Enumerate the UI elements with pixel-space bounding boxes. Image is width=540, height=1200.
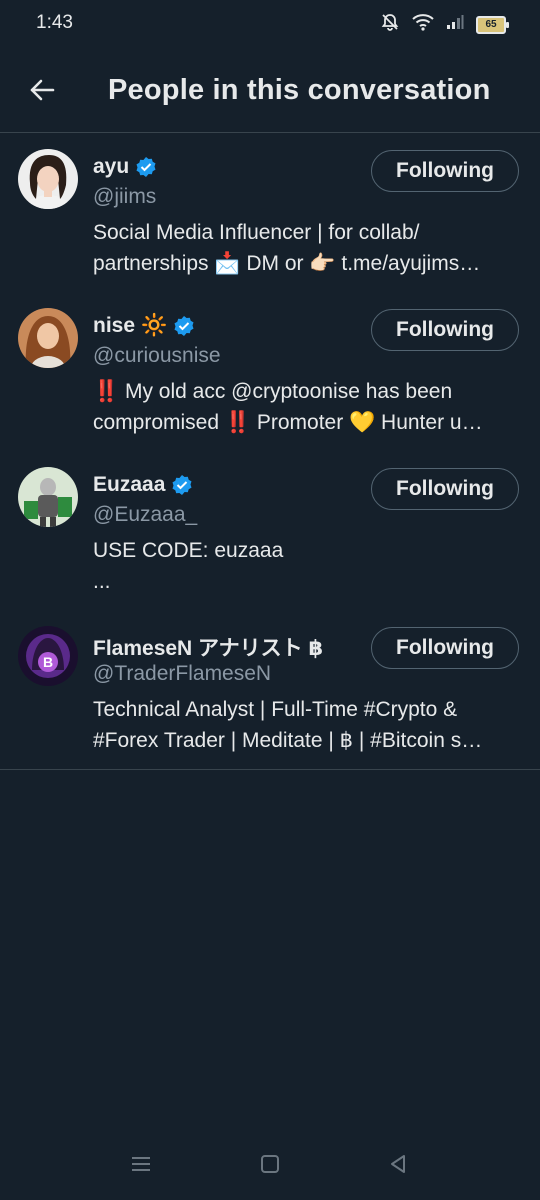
user-bio: Technical Analyst | Full-Time #Crypto & … xyxy=(93,694,523,756)
user-name-line: ayu xyxy=(93,155,157,179)
user-row[interactable]: B FlameseN アナリスト ฿ @TraderFlameseN Techn… xyxy=(0,610,540,770)
status-icons: 65 xyxy=(380,12,509,37)
header: People in this conversation xyxy=(0,48,540,133)
avatar[interactable] xyxy=(18,467,78,527)
user-row[interactable]: ayu @jiims Social Media Influencer | for… xyxy=(0,133,540,292)
verified-badge-icon xyxy=(135,156,157,178)
following-button[interactable]: Following xyxy=(371,309,519,351)
user-name: Euzaaa xyxy=(93,473,166,496)
recent-apps-button[interactable] xyxy=(119,1144,163,1188)
home-icon xyxy=(260,1154,280,1179)
user-name-line: nise 🔆 xyxy=(93,314,195,338)
user-handle: @jiims xyxy=(93,185,157,208)
user-name: nise xyxy=(93,314,136,337)
arrow-left-icon xyxy=(28,76,56,109)
verified-badge-icon xyxy=(173,315,195,337)
bio-line: Social Media Influencer | for collab/ xyxy=(93,221,420,244)
avatar[interactable] xyxy=(18,149,78,209)
following-button[interactable]: Following xyxy=(371,468,519,510)
mute-icon xyxy=(380,12,400,37)
user-list: ayu @jiims Social Media Influencer | for… xyxy=(0,133,540,770)
avatar[interactable]: B xyxy=(18,626,78,686)
bio-line: #Forex Trader | Meditate | ฿ | #Bitcoin … xyxy=(93,729,483,752)
back-icon xyxy=(388,1154,408,1179)
verified-badge-icon xyxy=(171,474,193,496)
user-bio: ‼️ My old acc @cryptoonise has been comp… xyxy=(93,376,523,438)
page-title: People in this conversation xyxy=(108,74,491,106)
bio-line: USE CODE: euzaaa xyxy=(93,539,284,562)
user-name-suffix: 🔆 xyxy=(141,314,168,337)
status-bar: 1:43 65 xyxy=(0,0,540,48)
status-time: 1:43 xyxy=(36,12,73,33)
user-handle: @TraderFlameseN xyxy=(93,662,272,685)
battery-icon: 65 xyxy=(476,15,509,34)
user-row[interactable]: nise 🔆 @curiousnise ‼️ My old acc @crypt… xyxy=(0,292,540,451)
svg-text:B: B xyxy=(43,654,53,670)
user-bio: USE CODE: euzaaa ... xyxy=(93,535,523,597)
system-nav-bar xyxy=(0,1130,540,1200)
wifi-icon xyxy=(412,13,434,36)
avatar[interactable] xyxy=(18,308,78,368)
user-handle: @Euzaaa_ xyxy=(93,503,198,526)
recent-apps-icon xyxy=(130,1154,152,1179)
signal-icon xyxy=(446,14,464,35)
bio-line: ‼️ My old acc @cryptoonise has been xyxy=(93,380,453,403)
bio-line: Technical Analyst | Full-Time #Crypto & xyxy=(93,698,458,721)
user-name: FlameseN アナリスト ฿ xyxy=(93,637,324,660)
user-bio: Social Media Influencer | for collab/ pa… xyxy=(93,217,523,279)
user-row[interactable]: Euzaaa @Euzaaa_ USE CODE: euzaaa ... Fol… xyxy=(0,451,540,610)
user-handle: @curiousnise xyxy=(93,344,221,367)
user-name: ayu xyxy=(93,155,130,178)
following-button[interactable]: Following xyxy=(371,150,519,192)
bio-line: partnerships 📩 DM or 👉🏻 t.me/ayujims… xyxy=(93,252,481,275)
bio-line: ... xyxy=(93,570,111,593)
user-name-line: FlameseN アナリスト ฿ xyxy=(93,632,323,662)
following-button[interactable]: Following xyxy=(371,627,519,669)
system-back-button[interactable] xyxy=(376,1144,420,1188)
user-name-line: Euzaaa xyxy=(93,473,193,497)
home-button[interactable] xyxy=(248,1144,292,1188)
back-button[interactable] xyxy=(20,70,64,114)
bio-line: compromised ‼️ Promoter 💛 Hunter u… xyxy=(93,411,483,434)
